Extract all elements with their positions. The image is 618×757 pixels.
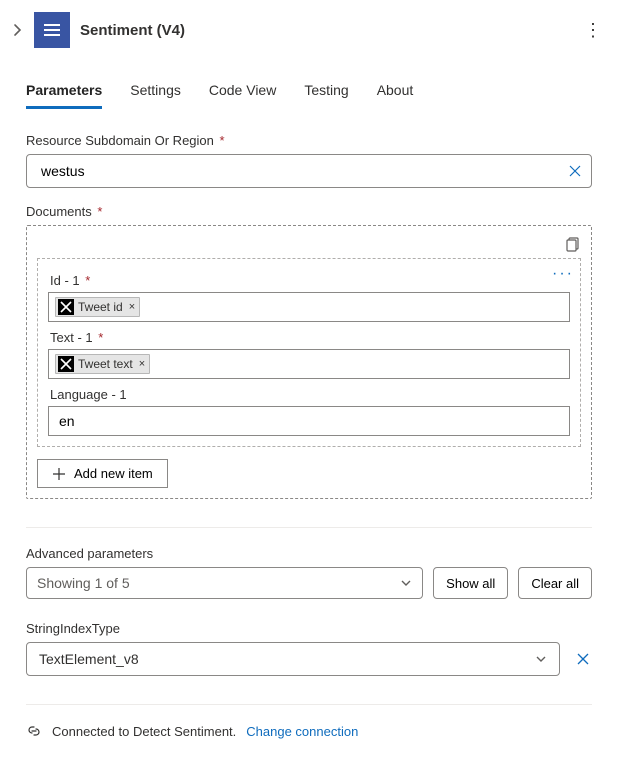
stringindex-value: TextElement_v8 [39,651,139,667]
text-label: Text - 1 * [50,330,570,345]
id-token-remove-icon[interactable]: × [129,301,135,313]
id-token-label: Tweet id [78,300,123,314]
document-item: ··· Id - 1 * Tweet id × [37,258,581,447]
collapse-chevron-icon[interactable] [10,23,24,37]
text-token-label: Tweet text [78,357,133,371]
stringindex-clear-icon[interactable] [574,650,592,668]
region-label: Resource Subdomain Or Region * [26,133,592,148]
show-all-button[interactable]: Show all [433,567,508,599]
add-item-button[interactable]: Add new item [37,459,168,488]
text-token-remove-icon[interactable]: × [139,358,145,370]
tab-parameters[interactable]: Parameters [26,82,102,109]
tab-testing[interactable]: Testing [304,82,348,109]
connector-logo-icon [34,12,70,48]
id-token[interactable]: Tweet id × [55,297,140,317]
stringindex-select[interactable]: TextElement_v8 [26,642,560,676]
tab-bar: Parameters Settings Code View Testing Ab… [26,82,592,109]
plus-icon [52,467,66,481]
text-input[interactable]: Tweet text × [48,349,570,379]
tab-settings[interactable]: Settings [130,82,181,109]
more-menu-icon[interactable]: ⋮ [578,20,608,41]
tab-about[interactable]: About [377,82,414,109]
tab-code-view[interactable]: Code View [209,82,276,109]
language-input[interactable] [48,406,570,436]
divider [26,527,592,528]
region-input-row[interactable] [26,154,592,188]
region-clear-icon[interactable] [567,163,583,179]
id-input[interactable]: Tweet id × [48,292,570,322]
chevron-down-icon [400,577,412,589]
action-title: Sentiment (V4) [80,22,185,39]
item-more-icon[interactable]: ··· [552,265,574,283]
advanced-select[interactable]: Showing 1 of 5 [26,567,423,599]
language-label: Language - 1 [50,387,570,402]
documents-label: Documents * [26,204,592,219]
twitter-icon [58,356,74,372]
advanced-label: Advanced parameters [26,546,592,561]
stringindex-label: StringIndexType [26,621,592,636]
twitter-icon [58,299,74,315]
toggle-array-icon[interactable] [565,236,581,252]
connection-icon [26,723,42,739]
clear-all-button[interactable]: Clear all [518,567,592,599]
text-token[interactable]: Tweet text × [55,354,150,374]
divider [26,704,592,705]
region-input[interactable] [39,162,559,180]
advanced-select-text: Showing 1 of 5 [37,575,130,591]
add-item-label: Add new item [74,466,153,481]
change-connection-link[interactable]: Change connection [246,724,358,739]
connection-status: Connected to Detect Sentiment. [52,724,236,739]
id-label: Id - 1 * [50,273,570,288]
chevron-down-icon [535,653,547,665]
documents-container: ··· Id - 1 * Tweet id × [26,225,592,499]
